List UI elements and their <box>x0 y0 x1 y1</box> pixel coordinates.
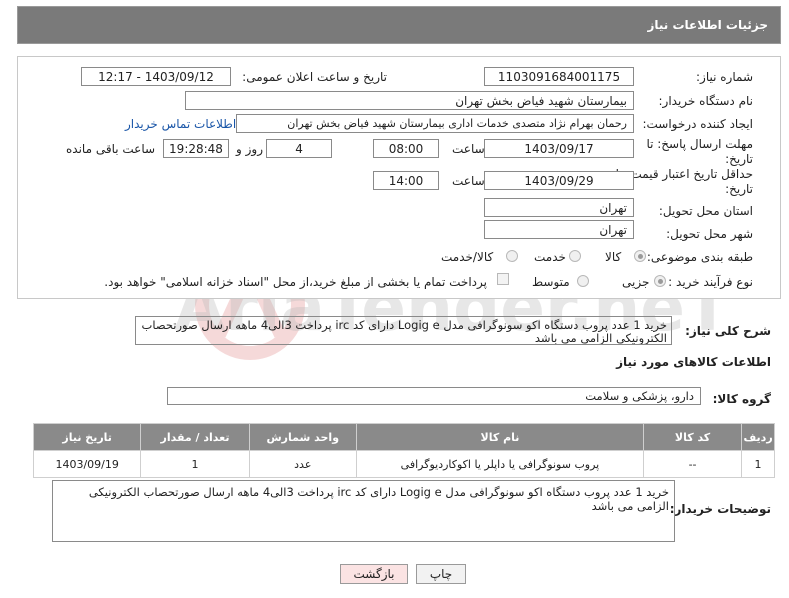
creator-label: ایجاد کننده درخواست: <box>642 117 753 131</box>
back-button[interactable]: بازگشت <box>340 564 408 584</box>
cell-need-date: 1403/09/19 <box>32 450 142 478</box>
validity-time-field: 14:00 <box>373 171 439 190</box>
col-item-name: نام کالا <box>355 423 645 451</box>
delivery-city-field: تهران <box>484 220 634 239</box>
cell-row-number: 1 <box>741 450 775 478</box>
purchase-process-label: نوع فرآیند خرید : <box>668 275 753 289</box>
category-option-goods: کالا <box>605 250 622 264</box>
remaining-days-field: 4 <box>266 139 332 158</box>
goods-group-label: گروه کالا: <box>712 392 771 406</box>
delivery-province-field: تهران <box>484 198 634 217</box>
cell-unit: عدد <box>248 450 357 478</box>
category-label: طبقه بندی موضوعی: <box>646 250 753 264</box>
treasury-payment-checkbox[interactable] <box>497 273 509 285</box>
reply-deadline-label: مهلت ارسال پاسخ: تا <box>646 137 753 151</box>
goods-group-field: دارو، پزشکی و سلامت <box>167 387 701 405</box>
announce-datetime-label: تاریخ و ساعت اعلان عمومی: <box>242 70 387 84</box>
remaining-time-field: 19:28:48 <box>163 139 229 158</box>
category-option-service: خدمت <box>534 250 566 264</box>
validity-date-field: 1403/09/29 <box>484 171 634 190</box>
process-radio-minor[interactable] <box>654 275 666 287</box>
goods-info-title: اطلاعات کالاهای مورد نیاز <box>616 355 771 369</box>
category-radio-service[interactable] <box>569 250 581 262</box>
page-title: جزئیات اطلاعات نیاز <box>647 18 768 32</box>
price-validity-label: حداقل تاریخ اعتبار قیمت: تا <box>615 167 753 181</box>
table-row: 1 -- پروب سونوگرافی یا داپلر یا اکوکاردی… <box>32 450 775 478</box>
remaining-time-label: ساعت باقی مانده <box>66 142 156 156</box>
description-label: شرح کلی نیاز: <box>685 324 771 338</box>
col-need-date: تاریخ نیاز <box>32 423 142 451</box>
col-item-code: کد کالا <box>643 423 743 451</box>
reply-time-field: 08:00 <box>373 139 439 158</box>
process-option-medium: متوسط <box>532 275 570 289</box>
validity-time-label: ساعت <box>452 174 485 188</box>
price-validity-date-label: تاریخ: <box>725 182 753 196</box>
cell-quantity: 1 <box>140 450 250 478</box>
buyer-org-field: بیمارستان شهید فیاض بخش تهران <box>185 91 634 110</box>
process-radio-medium[interactable] <box>577 275 589 287</box>
buyer-notes-label: توضیحات خریدار: <box>669 502 771 516</box>
process-option-minor: جزیی <box>622 275 650 289</box>
need-number-label: شماره نیاز: <box>696 70 753 84</box>
col-row-number: ردیف <box>741 423 775 451</box>
items-table-header: ردیف کد کالا نام کالا واحد شمارش تعداد /… <box>32 423 775 451</box>
print-button[interactable]: چاپ <box>416 564 466 584</box>
col-unit: واحد شمارش <box>248 423 357 451</box>
category-option-goods-service: کالا/خدمت <box>441 250 494 264</box>
days-label: روز و <box>236 142 263 156</box>
reply-deadline-date-label: تاریخ: <box>725 152 753 166</box>
reply-date-field: 1403/09/17 <box>484 139 634 158</box>
creator-field: رحمان بهرام نژاد متصدی خدمات اداری بیمار… <box>236 114 634 133</box>
buyer-notes-box: خرید 1 عدد پروب دستگاه اکو سونوگرافی مدل… <box>52 480 675 542</box>
buyer-org-label: نام دستگاه خریدار: <box>658 94 754 108</box>
page-header: جزئیات اطلاعات نیاز <box>17 6 781 44</box>
cell-item-code: -- <box>643 450 743 478</box>
cell-item-name: پروب سونوگرافی یا داپلر یا اکوکاردیوگراف… <box>355 450 645 478</box>
reply-time-label: ساعت <box>452 142 485 156</box>
category-radio-goods-service[interactable] <box>506 250 518 262</box>
col-quantity: تعداد / مقدار <box>140 423 250 451</box>
announce-datetime-field: 1403/09/12 - 12:17 <box>81 67 231 86</box>
treasury-payment-note: پرداخت تمام یا بخشی از مبلغ خرید،از محل … <box>104 275 487 289</box>
need-number-field: 1103091684001175 <box>484 67 634 86</box>
delivery-province-label: استان محل تحویل: <box>658 204 753 218</box>
items-table: ردیف کد کالا نام کالا واحد شمارش تعداد /… <box>32 423 775 478</box>
delivery-city-label: شهر محل تحویل: <box>666 227 753 241</box>
description-box: خرید 1 عدد پروب دستگاه اکو سونوگرافی مدل… <box>135 316 672 345</box>
category-radio-goods[interactable] <box>634 250 646 262</box>
buyer-contact-link[interactable]: اطلاعات تماس خریدار <box>125 117 236 131</box>
